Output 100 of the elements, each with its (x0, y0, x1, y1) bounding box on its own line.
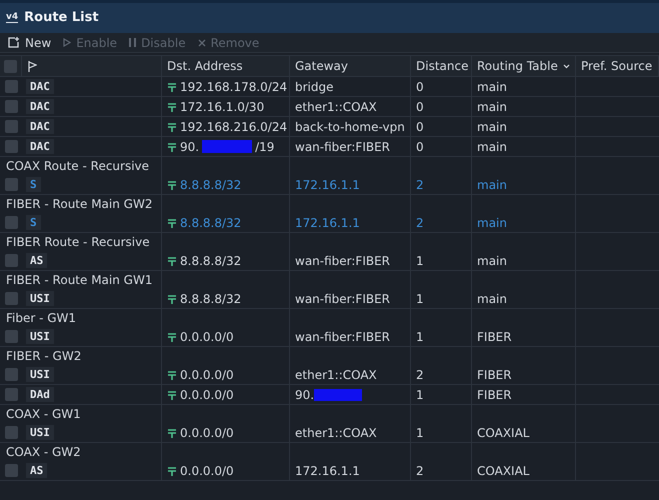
distance: 1 (416, 252, 424, 270)
gateway: wan-fiber:FIBER (295, 328, 390, 346)
distance: 0 (416, 138, 424, 156)
row-checkbox[interactable] (4, 368, 18, 381)
dst-address: 0.0.0.0/0 (180, 386, 234, 404)
new-icon (8, 37, 20, 48)
distance: 1 (416, 328, 424, 346)
row-comment: FIBER - Route Main GW2 (6, 196, 152, 213)
dst-address: 192.168.216.0/24 (180, 118, 288, 136)
close-icon (198, 38, 206, 46)
row-comment: COAX - GW2 (6, 444, 81, 461)
flags-badge: USI (26, 329, 54, 344)
distance: 2 (416, 462, 424, 480)
row-checkbox[interactable] (4, 80, 18, 93)
route-icon (167, 390, 177, 400)
dst-address: 0.0.0.0/0 (180, 366, 234, 384)
route-icon (167, 294, 177, 304)
dst-address: 90. (180, 138, 200, 156)
gateway: wan-fiber:FIBER (295, 138, 390, 156)
gateway: ether1::COAX (295, 424, 377, 442)
row-comment: COAX - GW1 (6, 406, 81, 423)
flags-badge: DAd (26, 387, 54, 402)
route-icon (167, 180, 177, 190)
distance: 1 (416, 386, 424, 404)
row-comment: FIBER - Route Main GW1 (6, 272, 152, 289)
flags-badge: AS (26, 463, 48, 478)
routing-table: main (477, 118, 507, 136)
flags-badge: DAC (26, 119, 54, 134)
dst-address: 192.168.178.0/24 (180, 78, 288, 96)
row-checkbox[interactable] (4, 388, 18, 401)
route-icon (167, 370, 177, 380)
routing-table: main (477, 138, 507, 156)
route-icon (167, 332, 177, 342)
dst-address: 8.8.8.8/32 (180, 176, 242, 194)
routing-table: FIBER (477, 386, 512, 404)
route-icon (167, 256, 177, 266)
row-comment: Fiber - GW1 (6, 310, 76, 327)
row-checkbox[interactable] (4, 254, 18, 267)
row-checkbox[interactable] (4, 140, 18, 153)
gateway: 172.16.1.1 (295, 462, 360, 480)
row-comment: COAX Route - Recursive (6, 158, 150, 175)
flags-badge: USI (26, 367, 54, 382)
row-checkbox[interactable] (4, 464, 18, 477)
dst-address: 0.0.0.0/0 (180, 328, 234, 346)
row-checkbox[interactable] (4, 216, 18, 229)
gateway: wan-fiber:FIBER (295, 252, 390, 270)
window-title: Route List (24, 9, 99, 28)
routing-table: main (477, 252, 507, 270)
dst-address: 8.8.8.8/32 (180, 252, 242, 270)
gateway: wan-fiber:FIBER (295, 290, 390, 308)
route-icon (167, 122, 177, 132)
flags-badge: USI (26, 425, 54, 440)
column-header[interactable]: Pref. Source (576, 56, 659, 76)
gateway: bridge (295, 78, 334, 96)
row-checkbox[interactable] (4, 426, 18, 439)
flags-badge: DAC (26, 139, 54, 154)
pause-icon (129, 38, 136, 47)
row-comment: FIBER Route - Recursive (6, 234, 150, 251)
gateway: ether1::COAX (295, 98, 377, 116)
column-header[interactable]: Distance (411, 56, 472, 76)
row-comment: FIBER - GW2 (6, 348, 82, 365)
routing-table: FIBER (477, 366, 512, 384)
row-checkbox[interactable] (4, 100, 18, 113)
row-checkbox[interactable] (4, 178, 18, 191)
row-checkbox[interactable] (4, 292, 18, 305)
row-checkbox[interactable] (4, 330, 18, 343)
flags-badge: USI (26, 291, 54, 306)
dst-suffix: /19 (255, 138, 274, 156)
flags-badge: S (26, 215, 41, 230)
dst-address: 0.0.0.0/0 (180, 462, 234, 480)
flags-badge: DAC (26, 99, 54, 114)
row-checkbox[interactable] (4, 120, 18, 133)
route-icon (167, 218, 177, 228)
dst-address: 8.8.8.8/32 (180, 214, 242, 232)
gateway: 90. (295, 386, 314, 404)
routing-table: COAXIAL (477, 424, 530, 442)
routing-table: main (477, 98, 507, 116)
distance: 0 (416, 78, 424, 96)
flags-badge: S (26, 177, 41, 192)
gateway: back-to-home-vpn (295, 118, 405, 136)
route-icon (167, 82, 177, 92)
routing-table: COAXIAL (477, 462, 530, 480)
column-header[interactable]: Dst. Address (162, 56, 290, 76)
new-button[interactable]: New (8, 34, 52, 52)
distance: 1 (416, 424, 424, 442)
routing-table: main (477, 176, 507, 194)
column-header[interactable]: Routing Table (472, 56, 576, 76)
app-logo: v4 (6, 13, 18, 23)
flags-badge: AS (26, 253, 48, 268)
select-all-checkbox[interactable] (4, 60, 17, 72)
route-icon (167, 102, 177, 112)
dst-address: 0.0.0.0/0 (180, 424, 234, 442)
distance: 0 (416, 118, 424, 136)
routing-table: main (477, 290, 507, 308)
gateway: ether1::COAX (295, 366, 377, 384)
gateway: 172.16.1.1 (295, 214, 360, 232)
routing-table: main (477, 78, 507, 96)
route-icon (167, 142, 177, 152)
dst-address: 172.16.1.0/30 (180, 98, 264, 116)
column-header[interactable]: Gateway (290, 56, 411, 76)
